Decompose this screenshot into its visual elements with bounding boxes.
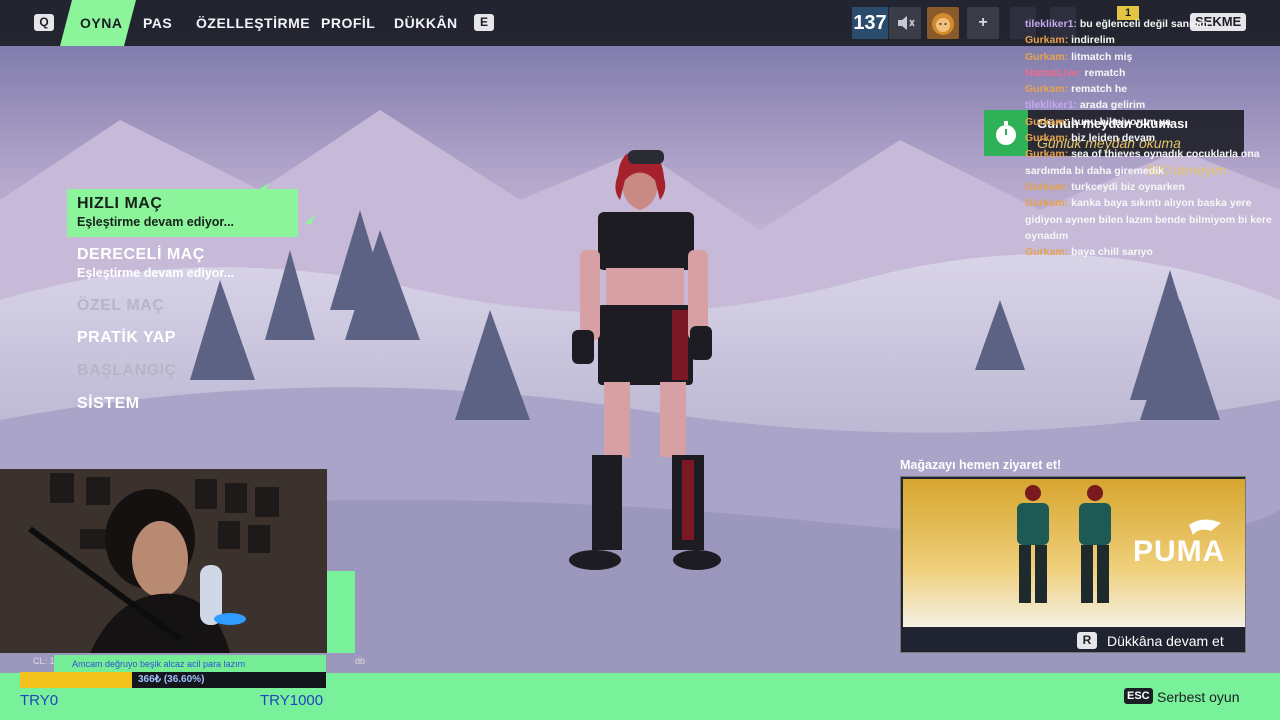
stream-cl-label: CL: 1 [33, 656, 55, 666]
stream-chat: tilekliker1: bu eğlenceli değil sanırım … [1025, 16, 1275, 260]
store-continue-link[interactable]: Dükkâna devam et [1107, 633, 1224, 649]
stream-ndb-label: db [355, 656, 366, 666]
chat-message: Gurkam: rematch he [1025, 83, 1128, 96]
store-promo-title: Mağazayı hemen ziyaret et! [900, 458, 1062, 472]
esc-key-badge[interactable]: ESC [1124, 688, 1153, 704]
prev-tab-key[interactable]: Q [34, 14, 54, 31]
donation-goal-text: 366₺ (36.60%) [138, 674, 205, 685]
webcam-frame-accent [327, 571, 355, 653]
menu-item-ranked-match-status: Eşleştirme devam ediyor... [77, 266, 235, 280]
donation-goal-max: TRY1000 [260, 692, 324, 709]
tab-profile[interactable]: PROFİL [321, 15, 375, 31]
menu-item-quick-match[interactable]: HIZLI MAÇ [77, 195, 162, 213]
menu-item-ranked-match[interactable]: DERECELİ MAÇ [77, 246, 205, 264]
chat-message: tilekliker1: arada gelirim [1025, 99, 1146, 112]
menu-item-custom-match[interactable]: ÖZEL MAÇ [77, 297, 164, 315]
tab-play[interactable]: OYNA [80, 15, 122, 31]
speaker-muted-icon[interactable] [889, 7, 921, 39]
chat-message: Gurkam: turkceydi biz oynarken [1025, 180, 1185, 193]
store-promo-card[interactable]: PUMA R Dükkâna devam et [900, 476, 1246, 653]
player-level-badge: 137 [852, 7, 888, 39]
menu-item-system[interactable]: SİSTEM [77, 395, 140, 413]
chat-message: HantalLive: rematch [1025, 66, 1126, 79]
menu-item-practice[interactable]: PRATİK YAP [77, 329, 176, 347]
menu-item-beginner[interactable]: BAŞLANGIÇ [77, 362, 177, 380]
chat-message: Gurkam: biz leiden devam [1025, 132, 1156, 145]
store-brand-logo: PUMA [1133, 535, 1226, 568]
highlight-spark-icon [259, 183, 315, 225]
chat-message: Gurkam: baya chill sarıyo [1025, 246, 1153, 259]
store-footer: R Dükkâna devam et [901, 627, 1245, 652]
donation-text: Amcam değruyo beşik alcaz acil para lazı… [72, 659, 246, 669]
stopwatch-icon [984, 110, 1028, 156]
chat-message: Gurkam: kanka baya sıkıntı alıyon baska … [1025, 197, 1272, 242]
webcam-overlay [0, 469, 327, 653]
menu-item-quick-match-status: Eşleştirme devam ediyor... [77, 215, 235, 229]
chat-message: Gurkam: sea of thieves oynadık cocuklarl… [1025, 148, 1260, 177]
tab-pass[interactable]: PAS [143, 15, 172, 31]
chat-message: tilekliker1: bu eğlenceli değil sanırım [1025, 18, 1209, 30]
tab-customize[interactable]: ÖZELLEŞTİRME [196, 15, 310, 31]
donation-goal-fill [20, 672, 132, 688]
free-play-label[interactable]: Serbest oyun [1157, 689, 1240, 705]
donation-goal-min: TRY0 [20, 692, 59, 709]
next-tab-key[interactable]: E [474, 14, 494, 31]
store-key-badge[interactable]: R [1077, 632, 1097, 649]
lion-avatar-icon[interactable] [927, 7, 959, 39]
chat-message: Gurkam: litmatch miş [1025, 50, 1133, 63]
tab-shop[interactable]: DÜKKÂN [394, 15, 458, 31]
add-friend-button[interactable]: + [967, 7, 999, 39]
chat-message: Gurkam: indirelim [1025, 34, 1115, 47]
chat-message: Gurkam: bunu bilmiyorum ya [1025, 115, 1171, 128]
